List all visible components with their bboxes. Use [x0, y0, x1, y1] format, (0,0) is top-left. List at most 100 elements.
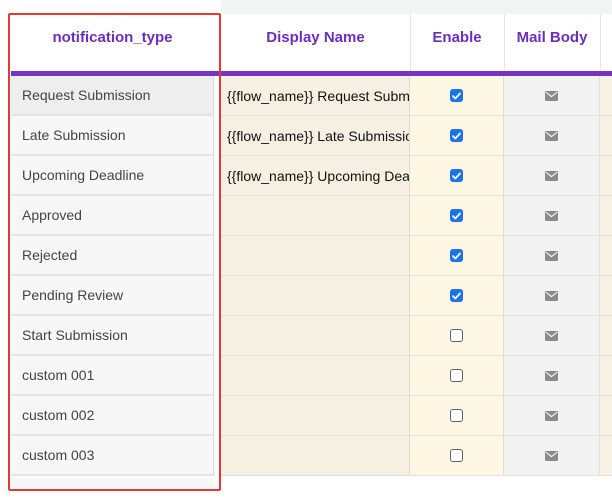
notification-type-label: Late Submission [22, 127, 126, 143]
overflow-column-cell [600, 436, 612, 476]
notification-type-label: Approved [22, 207, 82, 223]
envelope-icon[interactable] [545, 450, 558, 461]
overflow-column-cell [600, 76, 612, 116]
notification-type-cell[interactable]: Request Submission [11, 76, 214, 116]
notification-type-label: custom 001 [22, 367, 95, 383]
mail-body-cell [504, 156, 600, 196]
column-gap [214, 76, 221, 116]
column-gap [214, 116, 221, 156]
notification-type-label: Rejected [22, 247, 78, 263]
enable-checkbox[interactable] [450, 249, 463, 262]
column-gap [214, 196, 221, 236]
enable-checkbox[interactable] [450, 289, 463, 302]
mail-body-cell [504, 236, 600, 276]
enable-cell [410, 436, 504, 476]
enable-checkbox[interactable] [450, 169, 463, 182]
notification-type-cell[interactable]: Rejected [11, 236, 214, 276]
table-row: custom 002 [0, 396, 612, 436]
notification-type-cell[interactable]: Start Submission [11, 316, 214, 356]
envelope-icon[interactable] [545, 370, 558, 381]
notification-type-cell[interactable]: custom 002 [11, 396, 214, 436]
display-name-cell[interactable] [221, 196, 410, 236]
enable-checkbox[interactable] [450, 369, 463, 382]
display-name-cell[interactable] [221, 276, 410, 316]
display-name-cell[interactable]: {{flow_name}} Request Submission [221, 76, 410, 116]
envelope-icon[interactable] [545, 330, 558, 341]
table-row: custom 001 [0, 356, 612, 396]
enable-cell [410, 196, 504, 236]
column-gap [214, 316, 221, 356]
mail-body-cell [504, 276, 600, 316]
envelope-icon[interactable] [545, 170, 558, 181]
table-row: Rejected [0, 236, 612, 276]
notification-type-label: custom 003 [22, 447, 95, 463]
display-name-cell[interactable]: {{flow_name}} Late Submission [221, 116, 410, 156]
column-header-notification-type[interactable]: notification_type [11, 0, 214, 74]
notification-type-label: custom 002 [22, 407, 95, 423]
display-name-cell[interactable] [221, 356, 410, 396]
overflow-column-cell [600, 276, 612, 316]
display-name-cell[interactable] [221, 396, 410, 436]
display-name-value: {{flow_name}} Request Submission [227, 87, 410, 104]
envelope-icon[interactable] [545, 250, 558, 261]
table-row: Pending Review [0, 276, 612, 316]
table-row: Start Submission [0, 316, 612, 356]
envelope-icon[interactable] [545, 210, 558, 221]
header-divider [600, 14, 601, 74]
column-header-mail-body[interactable]: Mail Body [504, 0, 600, 74]
enable-checkbox[interactable] [450, 209, 463, 222]
table-row: Request Submission {{flow_name}} Request… [0, 76, 612, 116]
table-row: Approved [0, 196, 612, 236]
overflow-column-cell [600, 156, 612, 196]
overflow-column-cell [600, 236, 612, 276]
enable-checkbox[interactable] [450, 129, 463, 142]
enable-checkbox[interactable] [450, 329, 463, 342]
notification-type-cell[interactable]: Pending Review [11, 276, 214, 316]
enable-cell [410, 236, 504, 276]
notification-type-label: Upcoming Deadline [22, 167, 145, 183]
checkmark-icon [452, 212, 461, 219]
mail-body-cell [504, 76, 600, 116]
overflow-column-cell [600, 116, 612, 156]
envelope-icon[interactable] [545, 90, 558, 101]
mail-body-cell [504, 196, 600, 236]
column-header-display-name[interactable]: Display Name [221, 0, 410, 74]
checkmark-icon [452, 292, 461, 299]
column-gap [214, 276, 221, 316]
notification-type-cell[interactable]: Upcoming Deadline [11, 156, 214, 196]
display-name-cell[interactable] [221, 236, 410, 276]
mail-body-cell [504, 316, 600, 356]
mail-body-cell [504, 116, 600, 156]
table-row: Late Submission {{flow_name}} Late Submi… [0, 116, 612, 156]
table-header: notification_type Display Name Enable Ma… [0, 0, 612, 74]
mail-body-cell [504, 356, 600, 396]
checkmark-icon [452, 92, 461, 99]
enable-cell [410, 276, 504, 316]
envelope-icon[interactable] [545, 410, 558, 421]
column-gap [214, 436, 221, 476]
enable-checkbox[interactable] [450, 89, 463, 102]
checkmark-icon [452, 252, 461, 259]
checkmark-icon [452, 132, 461, 139]
display-name-cell[interactable] [221, 316, 410, 356]
table-row: Upcoming Deadline {{flow_name}} Upcoming… [0, 156, 612, 196]
notification-type-cell[interactable]: Approved [11, 196, 214, 236]
enable-cell [410, 356, 504, 396]
enable-cell [410, 116, 504, 156]
enable-cell [410, 156, 504, 196]
notification-type-cell[interactable]: custom 003 [11, 436, 214, 476]
column-header-enable[interactable]: Enable [410, 0, 504, 74]
column-gap [214, 396, 221, 436]
overflow-column-cell [600, 396, 612, 436]
envelope-icon[interactable] [545, 290, 558, 301]
display-name-value: {{flow_name}} Late Submission [227, 127, 410, 144]
envelope-icon[interactable] [545, 130, 558, 141]
enable-checkbox[interactable] [450, 449, 463, 462]
notification-type-cell[interactable]: Late Submission [11, 116, 214, 156]
enable-checkbox[interactable] [450, 409, 463, 422]
notification-type-label: Request Submission [22, 87, 151, 103]
display-name-cell[interactable] [221, 436, 410, 476]
notification-type-cell[interactable]: custom 001 [11, 356, 214, 396]
mail-body-cell [504, 436, 600, 476]
display-name-cell[interactable]: {{flow_name}} Upcoming Deadline [221, 156, 410, 196]
